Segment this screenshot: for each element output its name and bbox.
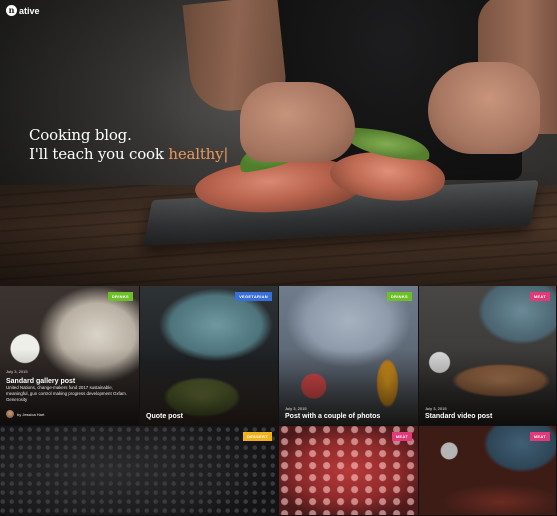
post-author[interactable]: by Jessica Hart xyxy=(6,410,44,418)
post-date: July 3, 2015 xyxy=(6,369,28,374)
post-excerpt: United Nations, change-makers fund 2017 … xyxy=(6,385,128,402)
post-title[interactable]: Post with a couple of photos xyxy=(285,413,380,420)
site-logo[interactable]: n ative xyxy=(6,5,40,16)
post-title[interactable]: Quote post xyxy=(146,413,183,420)
category-badge[interactable]: DRINKS xyxy=(386,292,412,301)
post-card[interactable]: VEGETARIAN Quote post xyxy=(140,286,279,426)
post-thumbnail-overlay xyxy=(419,286,556,425)
hero-headline-prefix: I'll teach you cook xyxy=(29,145,164,163)
post-grid: DRINKS July 3, 2015 Sandard gallery post… xyxy=(0,286,557,516)
hero-headline-line2: I'll teach you cook healthy| xyxy=(29,145,228,164)
post-card[interactable]: DESSERT xyxy=(0,426,279,516)
post-title[interactable]: Standard video post xyxy=(425,413,492,420)
typing-cursor: | xyxy=(223,145,229,163)
logo-mark: n xyxy=(6,5,17,16)
hero-headline-accent: healthy xyxy=(168,145,224,163)
post-thumbnail-overlay xyxy=(140,286,278,425)
post-date: July 3, 2015 xyxy=(425,406,447,411)
post-card[interactable]: DRINKS July 3, 2015 Sandard gallery post… xyxy=(0,286,140,426)
avatar xyxy=(6,410,14,418)
hero-headline-line1: Cooking blog. xyxy=(29,126,132,144)
post-title[interactable]: Sandard gallery post xyxy=(6,378,75,385)
category-badge[interactable]: MEAT xyxy=(529,432,550,441)
category-badge[interactable]: VEGETARIAN xyxy=(235,292,272,301)
post-thumbnail-overlay xyxy=(0,286,139,425)
logo-text: ative xyxy=(19,5,40,16)
post-card[interactable]: DRINKS July 3, 2015 Post with a couple o… xyxy=(279,286,419,426)
hero-headline: Cooking blog. I'll teach you cook health… xyxy=(29,126,228,164)
post-date: July 3, 2015 xyxy=(285,406,307,411)
post-card[interactable]: MEAT xyxy=(419,426,557,516)
author-name: by Jessica Hart xyxy=(17,411,45,417)
category-badge[interactable]: DRINKS xyxy=(107,292,133,301)
post-thumbnail-overlay xyxy=(279,286,418,425)
post-card[interactable]: MEAT July 3, 2015 Standard video post xyxy=(419,286,557,426)
category-badge[interactable]: MEAT xyxy=(529,292,550,301)
category-badge[interactable]: MEAT xyxy=(391,432,412,441)
category-badge[interactable]: DESSERT xyxy=(243,432,272,441)
hero-banner: n ative Cooking blog. I'll teach you coo… xyxy=(0,0,557,286)
post-card[interactable]: MEAT xyxy=(279,426,419,516)
post-thumbnail xyxy=(0,426,278,515)
